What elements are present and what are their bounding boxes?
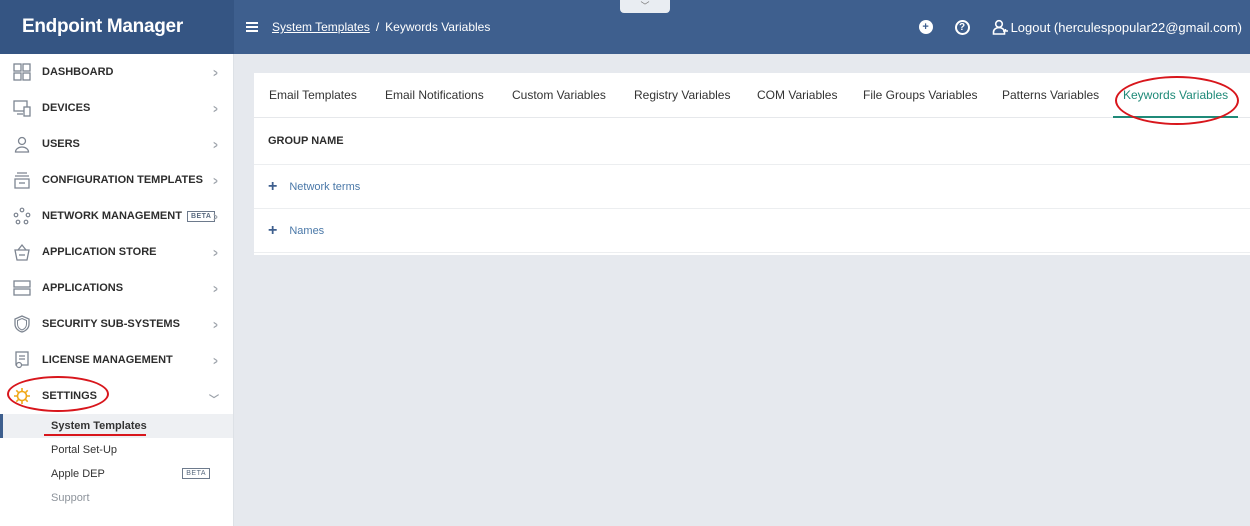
breadcrumb-separator: / — [375, 20, 380, 34]
menu-icon[interactable] — [246, 22, 258, 32]
breadcrumb: System Templates / Keywords Variables — [246, 0, 490, 54]
tab-custom-variables[interactable]: Custom Variables — [512, 73, 606, 118]
tab-registry-variables[interactable]: Registry Variables — [634, 73, 730, 118]
chevron-right-icon: > — [213, 102, 218, 116]
logout-link[interactable]: Logout (herculespopular22@gmail.com) — [992, 19, 1242, 35]
sidebar-item-application-store[interactable]: APPLICATION STORE > — [0, 234, 233, 270]
logout-label: Logout (herculespopular22@gmail.com) — [1010, 19, 1242, 35]
add-device-button[interactable]: + — [918, 20, 933, 34]
settings-highlight-ring — [7, 376, 109, 412]
chevron-right-icon: > — [213, 138, 218, 152]
help-button[interactable]: ? — [954, 19, 970, 35]
sidebar-subitem-support[interactable]: Support — [0, 486, 233, 510]
collapse-header-toggle[interactable]: ﹀ — [620, 0, 670, 13]
network-icon — [13, 207, 31, 225]
template-tabs: Email Templates Email Notifications Cust… — [254, 73, 1250, 125]
store-icon — [13, 243, 31, 261]
tab-file-groups-variables[interactable]: File Groups Variables — [863, 73, 978, 118]
group-name-column-header: GROUP NAME — [254, 118, 1250, 165]
sidebar-item-label: NETWORK MANAGEMENT — [42, 210, 182, 222]
breadcrumb-current: Keywords Variables — [385, 20, 491, 34]
app-title: Endpoint Manager — [0, 0, 234, 54]
sidebar: DASHBOARD > DEVICES > USERS > CONFIGURAT… — [0, 54, 234, 526]
chevron-right-icon: > — [213, 318, 218, 332]
group-name: Network terms — [289, 180, 361, 193]
sidebar-item-label: USERS — [42, 138, 80, 150]
sidebar-subitem-apple-dep[interactable]: Apple DEP BETA — [0, 462, 233, 486]
sidebar-item-dashboard[interactable]: DASHBOARD > — [0, 54, 233, 90]
tab-com-variables[interactable]: COM Variables — [757, 73, 837, 118]
beta-badge: BETA — [182, 468, 210, 479]
sidebar-item-security-sub-systems[interactable]: SECURITY SUB-SYSTEMS > — [0, 306, 233, 342]
sidebar-item-label: CONFIGURATION TEMPLATES — [42, 174, 203, 186]
chevron-right-icon: > — [213, 246, 218, 260]
table-row[interactable]: + Network terms — [254, 165, 1250, 209]
shield-icon — [13, 315, 31, 333]
applications-icon — [13, 279, 31, 297]
keywords-variables-panel: Email Templates Email Notifications Cust… — [254, 73, 1250, 255]
chevron-down-icon: ﹀ — [640, 1, 650, 11]
sidebar-item-users[interactable]: USERS > — [0, 126, 233, 162]
sidebar-item-label: APPLICATION STORE — [42, 246, 157, 258]
group-name: Names — [289, 224, 325, 237]
add-icon: + — [918, 20, 933, 34]
chevron-right-icon: > — [213, 354, 218, 368]
user-icon — [13, 135, 31, 153]
chevron-down-icon: ﹀ — [209, 395, 219, 406]
tab-patterns-variables[interactable]: Patterns Variables — [1002, 73, 1099, 118]
sidebar-item-configuration-templates[interactable]: CONFIGURATION TEMPLATES > — [0, 162, 233, 198]
sidebar-subitem-label: Apple DEP — [51, 468, 105, 480]
chevron-right-icon: > — [213, 210, 218, 224]
top-bar: Endpoint Manager System Templates / Keyw… — [0, 0, 1250, 54]
sidebar-item-applications[interactable]: APPLICATIONS > — [0, 270, 233, 306]
expand-icon[interactable]: + — [268, 178, 277, 196]
chevron-right-icon: > — [213, 174, 218, 188]
dashboard-icon — [13, 63, 31, 81]
sidebar-item-network-management[interactable]: NETWORK MANAGEMENT BETA > — [0, 198, 233, 234]
tab-email-templates[interactable]: Email Templates — [269, 73, 357, 118]
beta-badge: BETA — [186, 210, 216, 222]
devices-icon — [13, 99, 31, 117]
sidebar-item-label: LICENSE MANAGEMENT — [42, 354, 173, 366]
sidebar-item-devices[interactable]: DEVICES > — [0, 90, 233, 126]
expand-icon[interactable]: + — [268, 222, 277, 240]
chevron-right-icon: > — [213, 66, 218, 80]
templates-icon — [13, 171, 31, 189]
sidebar-item-license-management[interactable]: LICENSE MANAGEMENT > — [0, 342, 233, 378]
user-icon — [992, 19, 1008, 35]
header-actions: + ? Logout (herculespopular22@gmail.com) — [897, 0, 1242, 54]
breadcrumb-parent-link[interactable]: System Templates — [272, 20, 370, 34]
chevron-right-icon: > — [213, 282, 218, 296]
table-row[interactable]: + Names — [254, 209, 1250, 253]
sidebar-item-label: APPLICATIONS — [42, 282, 124, 294]
sidebar-item-label: DASHBOARD — [42, 66, 114, 78]
keywords-tab-highlight-ring — [1115, 76, 1239, 125]
tab-email-notifications[interactable]: Email Notifications — [385, 73, 484, 118]
sidebar-item-label: SECURITY SUB-SYSTEMS — [42, 318, 180, 330]
sidebar-subitem-portal-setup[interactable]: Portal Set-Up — [0, 438, 233, 462]
help-icon: ? — [954, 19, 970, 35]
sidebar-item-label: DEVICES — [42, 102, 91, 114]
license-icon — [13, 351, 31, 369]
system-templates-highlight-underline — [44, 434, 146, 436]
